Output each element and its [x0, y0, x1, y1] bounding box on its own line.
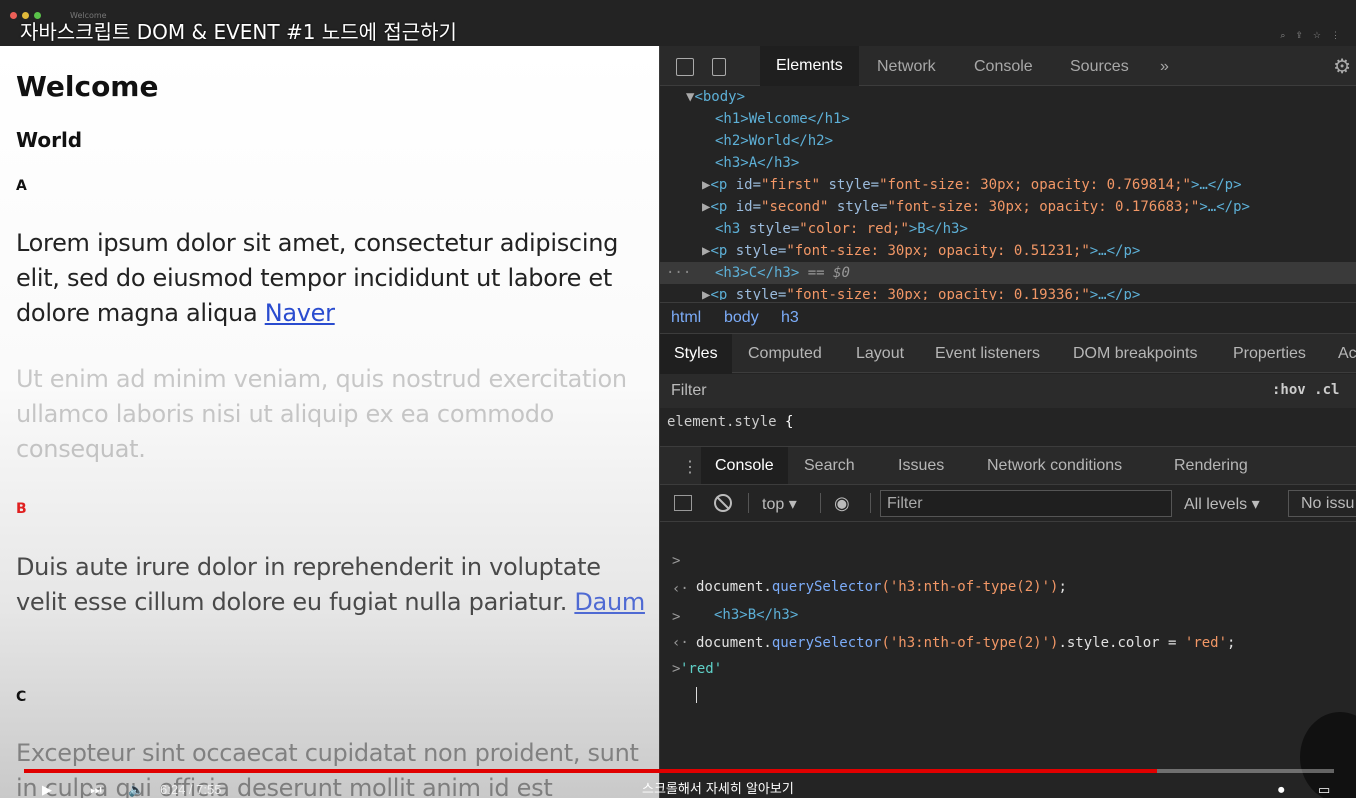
tab-event-listeners[interactable]: Event listeners: [935, 345, 1040, 363]
search-icon[interactable]: ⌕: [1280, 30, 1285, 41]
dom-node-body[interactable]: ▼<body>: [686, 86, 745, 108]
toolbar-divider: [748, 493, 749, 513]
dom-node-h3-b[interactable]: <h3 style="color: red;">B</h3>: [715, 218, 968, 240]
tab-console[interactable]: Console: [974, 58, 1033, 76]
dom-node-p-first[interactable]: ▶<p id="first" style="font-size: 30px; o…: [702, 174, 1242, 196]
log-levels-dropdown[interactable]: All levels ▾: [1184, 494, 1260, 514]
console-prompt[interactable]: >: [660, 630, 1356, 703]
drawer-tab-network-conditions[interactable]: Network conditions: [987, 457, 1122, 475]
paragraph-second: Ut enim ad minim veniam, quis nostrud ex…: [16, 365, 627, 463]
tab-properties[interactable]: Properties: [1233, 345, 1306, 363]
tab-elements[interactable]: Elements: [760, 46, 859, 86]
hov-cls-toggle[interactable]: :hov .cl: [1272, 382, 1339, 398]
star-icon[interactable]: ☆: [1313, 30, 1321, 41]
play-icon[interactable]: ▶: [42, 782, 52, 798]
autoplay-toggle-icon[interactable]: ⏺: [1278, 782, 1285, 798]
tab-computed[interactable]: Computed: [748, 345, 822, 363]
more-tabs-icon[interactable]: »: [1160, 58, 1169, 76]
toolbar-divider: [820, 493, 821, 513]
next-video-icon[interactable]: ⏭: [90, 782, 102, 798]
dom-node-p-third[interactable]: ▶<p style="font-size: 30px; opacity: 0.5…: [702, 240, 1140, 262]
drawer-tab-search[interactable]: Search: [804, 457, 855, 475]
devtools-main-tabs: Elements Network Console Sources » ⚙: [660, 46, 1356, 86]
paragraph-third-text: Duis aute irure dolor in reprehenderit i…: [16, 553, 601, 616]
video-timestamp: 6:24 / 7:55: [160, 782, 222, 797]
page-heading-h2: World: [16, 128, 83, 152]
video-title-bar: Welcome 자바스크립트 DOM & EVENT #1 노드에 접근하기 ⌕…: [0, 0, 1356, 46]
styles-filter-input[interactable]: Filter: [671, 382, 707, 400]
browser-toolbar-icons: ⌕ ⇪ ☆ ⋮: [1280, 30, 1340, 41]
toolbar-divider: [870, 493, 871, 513]
drawer-tab-rendering[interactable]: Rendering: [1174, 457, 1248, 475]
tab-layout[interactable]: Layout: [856, 345, 904, 363]
device-toolbar-icon[interactable]: [712, 58, 726, 76]
page-heading-h3-c: C: [16, 689, 27, 705]
console-result-line[interactable]: ‹· 'red': [660, 604, 1356, 677]
video-progress-bar[interactable]: [24, 769, 1334, 773]
page-heading-h1: Welcome: [16, 70, 159, 103]
paragraph-first: Lorem ipsum dolor sit amet, consectetur …: [16, 226, 656, 331]
inspect-element-icon[interactable]: [676, 58, 694, 76]
naver-link[interactable]: Naver: [265, 299, 335, 327]
tab-sources[interactable]: Sources: [1070, 58, 1129, 76]
video-controls: ▶ ⏭ 🔈 6:24 / 7:55 스크롤해서 자세히 알아보기 ⏺ ▭: [0, 778, 1356, 798]
element-style-rule[interactable]: element.style {: [667, 414, 793, 430]
drawer-menu-icon[interactable]: ⋮: [682, 457, 698, 477]
styles-filter-row: Filter :hov .cl: [660, 374, 1356, 408]
tab-accessibility[interactable]: Ac: [1338, 345, 1356, 363]
drawer-tab-console[interactable]: Console: [701, 447, 788, 485]
video-title[interactable]: 자바스크립트 DOM & EVENT #1 노드에 접근하기: [20, 16, 457, 45]
styles-tabs: Styles Computed Layout Event listeners D…: [660, 333, 1356, 374]
video-progress-fill: [24, 769, 1158, 773]
issues-counter-button[interactable]: No issu: [1288, 490, 1356, 517]
dom-node-p-second[interactable]: ▶<p id="second" style="font-size: 30px; …: [702, 196, 1250, 218]
paragraph-third: Duis aute irure dolor in reprehenderit i…: [16, 550, 656, 620]
sidebar-toggle-icon[interactable]: [674, 495, 692, 511]
console-result-line[interactable]: ‹· <h3>B</h3>: [660, 550, 1356, 623]
breadcrumb-body[interactable]: body: [724, 309, 759, 327]
menu-icon[interactable]: ⋮: [1331, 30, 1340, 41]
tab-styles[interactable]: Styles: [660, 334, 732, 374]
chapter-title[interactable]: 스크롤해서 자세히 알아보기: [642, 778, 794, 797]
close-window-icon[interactable]: [10, 12, 17, 19]
dom-node-h1[interactable]: <h1>Welcome</h1>: [715, 108, 850, 130]
page-heading-h3-a: A: [16, 178, 27, 194]
drawer-tab-issues[interactable]: Issues: [898, 457, 944, 475]
gear-icon[interactable]: ⚙: [1333, 54, 1351, 79]
tab-network[interactable]: Network: [877, 58, 936, 76]
text-caret: [696, 687, 697, 703]
tab-dom-breakpoints[interactable]: DOM breakpoints: [1073, 345, 1198, 363]
daum-link[interactable]: Daum: [574, 588, 645, 616]
dom-node-h2[interactable]: <h2>World</h2>: [715, 130, 833, 152]
console-input-line[interactable]: > document.querySelector('h3:nth-of-type…: [660, 522, 1356, 595]
console-filter-input[interactable]: Filter: [880, 490, 1172, 517]
share-icon[interactable]: ⇪: [1295, 30, 1303, 41]
volume-icon[interactable]: 🔈: [128, 782, 144, 798]
devtools-panel: Elements Network Console Sources » ⚙ ▼<b…: [659, 46, 1356, 798]
page-heading-h3-b: B: [16, 501, 27, 517]
subtitles-icon[interactable]: ▭: [1318, 782, 1330, 798]
breadcrumb-html[interactable]: html: [671, 309, 701, 327]
dom-node-h3-c-selected[interactable]: <h3>C</h3> == $0: [715, 262, 850, 284]
context-selector[interactable]: top ▾: [762, 494, 797, 514]
console-toolbar: top ▾ ◉ Filter All levels ▾ No issu: [660, 484, 1356, 522]
breadcrumb-h3[interactable]: h3: [781, 309, 799, 327]
dom-tree: ▼<body> <h1>Welcome</h1> <h2>World</h2> …: [660, 86, 1356, 300]
drawer-tabs: ⋮ Console Search Issues Network conditio…: [660, 446, 1356, 485]
console-input-line[interactable]: > document.querySelector('h3:nth-of-type…: [660, 578, 1356, 651]
breadcrumb: html body h3: [660, 302, 1356, 332]
rendered-page: Welcome World A Lorem ipsum dolor sit am…: [0, 46, 659, 798]
dom-node-h3-a[interactable]: <h3>A</h3>: [715, 152, 799, 174]
dom-node-p-fourth[interactable]: ▶<p style="font-size: 30px; opacity: 0.1…: [702, 284, 1140, 300]
clear-console-icon[interactable]: [714, 494, 732, 512]
live-expression-eye-icon[interactable]: ◉: [834, 493, 850, 514]
dom-node-ellipsis[interactable]: ···: [666, 262, 691, 284]
